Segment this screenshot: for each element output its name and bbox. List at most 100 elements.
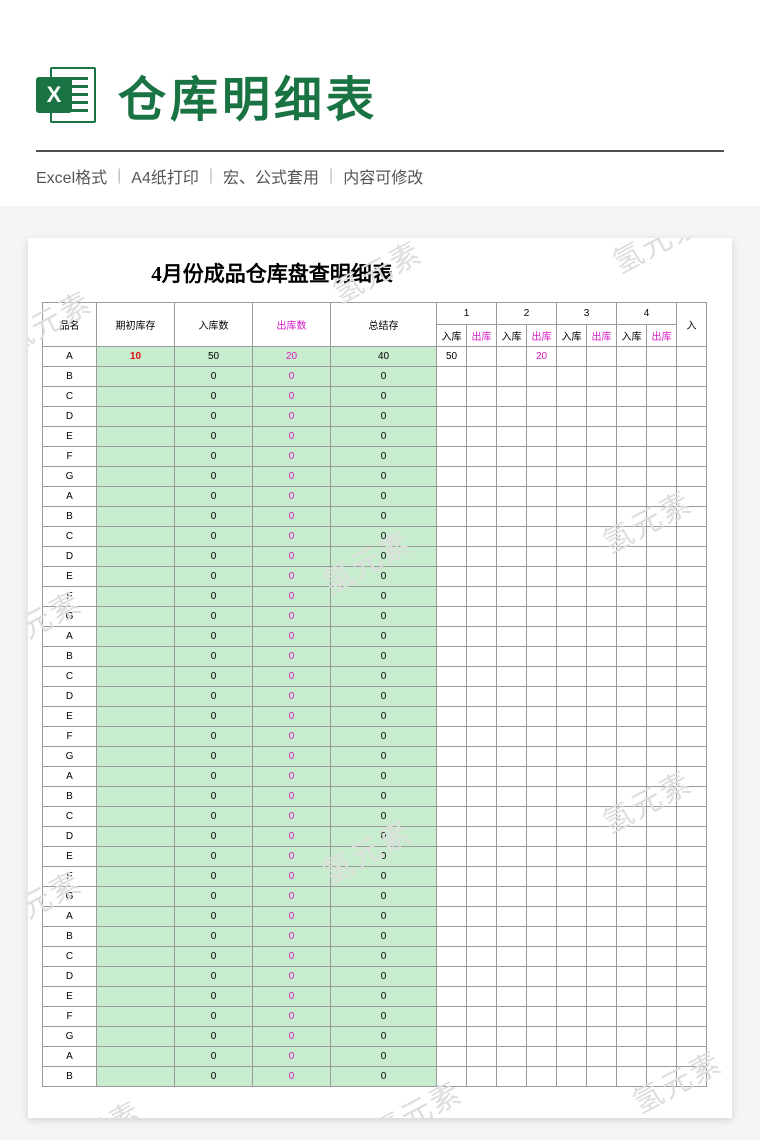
cell-day-in[interactable] [557, 567, 587, 587]
cell-day-out[interactable] [527, 687, 557, 707]
cell-balance[interactable]: 0 [331, 1007, 437, 1027]
cell-balance[interactable]: 0 [331, 487, 437, 507]
cell-opening[interactable] [97, 387, 175, 407]
cell-day-in[interactable] [497, 687, 527, 707]
cell-out[interactable]: 0 [253, 787, 331, 807]
cell-day-out[interactable] [647, 1027, 677, 1047]
cell-day-out[interactable] [467, 887, 497, 907]
cell-in[interactable]: 0 [175, 907, 253, 927]
cell-opening[interactable] [97, 647, 175, 667]
cell-day-in[interactable] [617, 547, 647, 567]
cell-day-out[interactable] [527, 447, 557, 467]
cell-day-out[interactable] [467, 647, 497, 667]
cell-name[interactable]: C [43, 807, 97, 827]
cell-day-in[interactable] [437, 1027, 467, 1047]
cell-name[interactable]: D [43, 827, 97, 847]
cell-day-in[interactable] [437, 907, 467, 927]
cell-day-in[interactable] [557, 627, 587, 647]
cell-day-out[interactable] [647, 1007, 677, 1027]
cell-day-cut[interactable] [677, 807, 707, 827]
cell-day-in[interactable] [617, 1067, 647, 1087]
cell-day-out[interactable] [587, 427, 617, 447]
cell-day-in[interactable] [557, 867, 587, 887]
cell-out[interactable]: 0 [253, 447, 331, 467]
cell-day-out[interactable] [647, 947, 677, 967]
cell-day-in[interactable] [557, 607, 587, 627]
cell-name[interactable]: B [43, 367, 97, 387]
cell-in[interactable]: 0 [175, 927, 253, 947]
cell-day-cut[interactable] [677, 547, 707, 567]
cell-day-out[interactable] [647, 847, 677, 867]
cell-day-in[interactable] [497, 767, 527, 787]
cell-opening[interactable] [97, 427, 175, 447]
cell-day-out[interactable] [587, 687, 617, 707]
cell-day-in[interactable] [617, 647, 647, 667]
cell-day-out[interactable] [587, 707, 617, 727]
cell-balance[interactable]: 0 [331, 767, 437, 787]
cell-day-in[interactable] [557, 487, 587, 507]
cell-day-in[interactable] [497, 647, 527, 667]
cell-name[interactable]: C [43, 667, 97, 687]
cell-day-in[interactable] [617, 387, 647, 407]
cell-day-out[interactable] [587, 667, 617, 687]
cell-day-in[interactable] [617, 747, 647, 767]
cell-opening[interactable] [97, 587, 175, 607]
cell-out[interactable]: 0 [253, 607, 331, 627]
cell-day-in[interactable] [617, 827, 647, 847]
cell-day-in[interactable] [437, 867, 467, 887]
cell-balance[interactable]: 0 [331, 947, 437, 967]
cell-in[interactable]: 0 [175, 687, 253, 707]
cell-day-out[interactable] [467, 687, 497, 707]
cell-day-in[interactable] [437, 787, 467, 807]
cell-day-out[interactable] [467, 707, 497, 727]
cell-day-out[interactable] [467, 947, 497, 967]
cell-day-in[interactable] [497, 627, 527, 647]
cell-day-out[interactable] [587, 787, 617, 807]
cell-day-out[interactable] [647, 487, 677, 507]
cell-day-in[interactable] [497, 1047, 527, 1067]
cell-name[interactable]: E [43, 987, 97, 1007]
cell-day-in[interactable] [497, 827, 527, 847]
cell-name[interactable]: G [43, 1027, 97, 1047]
cell-day-out[interactable] [527, 387, 557, 407]
cell-day-in[interactable] [437, 987, 467, 1007]
cell-day-in[interactable] [437, 887, 467, 907]
cell-day-out[interactable] [587, 927, 617, 947]
cell-day-in[interactable] [497, 927, 527, 947]
cell-name[interactable]: B [43, 507, 97, 527]
cell-day-out[interactable] [647, 647, 677, 667]
cell-day-cut[interactable] [677, 367, 707, 387]
cell-opening[interactable] [97, 547, 175, 567]
cell-name[interactable]: D [43, 687, 97, 707]
cell-day-in[interactable] [557, 767, 587, 787]
cell-day-out[interactable] [587, 1027, 617, 1047]
cell-day-out[interactable] [467, 347, 497, 367]
cell-day-in[interactable] [437, 687, 467, 707]
cell-name[interactable]: B [43, 927, 97, 947]
cell-opening[interactable] [97, 667, 175, 687]
cell-day-out[interactable] [467, 487, 497, 507]
cell-day-in[interactable] [557, 467, 587, 487]
cell-out[interactable]: 0 [253, 1007, 331, 1027]
cell-day-out[interactable] [647, 407, 677, 427]
cell-day-out[interactable] [647, 707, 677, 727]
cell-day-in[interactable] [437, 767, 467, 787]
cell-day-out[interactable] [467, 1007, 497, 1027]
cell-balance[interactable]: 0 [331, 927, 437, 947]
cell-day-in[interactable] [557, 507, 587, 527]
cell-day-cut[interactable] [677, 987, 707, 1007]
cell-day-out[interactable] [647, 467, 677, 487]
cell-day-cut[interactable] [677, 627, 707, 647]
cell-day-out[interactable] [647, 1047, 677, 1067]
cell-opening[interactable] [97, 947, 175, 967]
cell-balance[interactable]: 0 [331, 527, 437, 547]
cell-day-cut[interactable] [677, 667, 707, 687]
cell-day-cut[interactable] [677, 427, 707, 447]
cell-day-out[interactable] [587, 587, 617, 607]
cell-opening[interactable] [97, 487, 175, 507]
cell-in[interactable]: 0 [175, 827, 253, 847]
cell-day-in[interactable] [437, 547, 467, 567]
cell-opening[interactable] [97, 907, 175, 927]
cell-name[interactable]: E [43, 707, 97, 727]
cell-day-in[interactable] [437, 387, 467, 407]
